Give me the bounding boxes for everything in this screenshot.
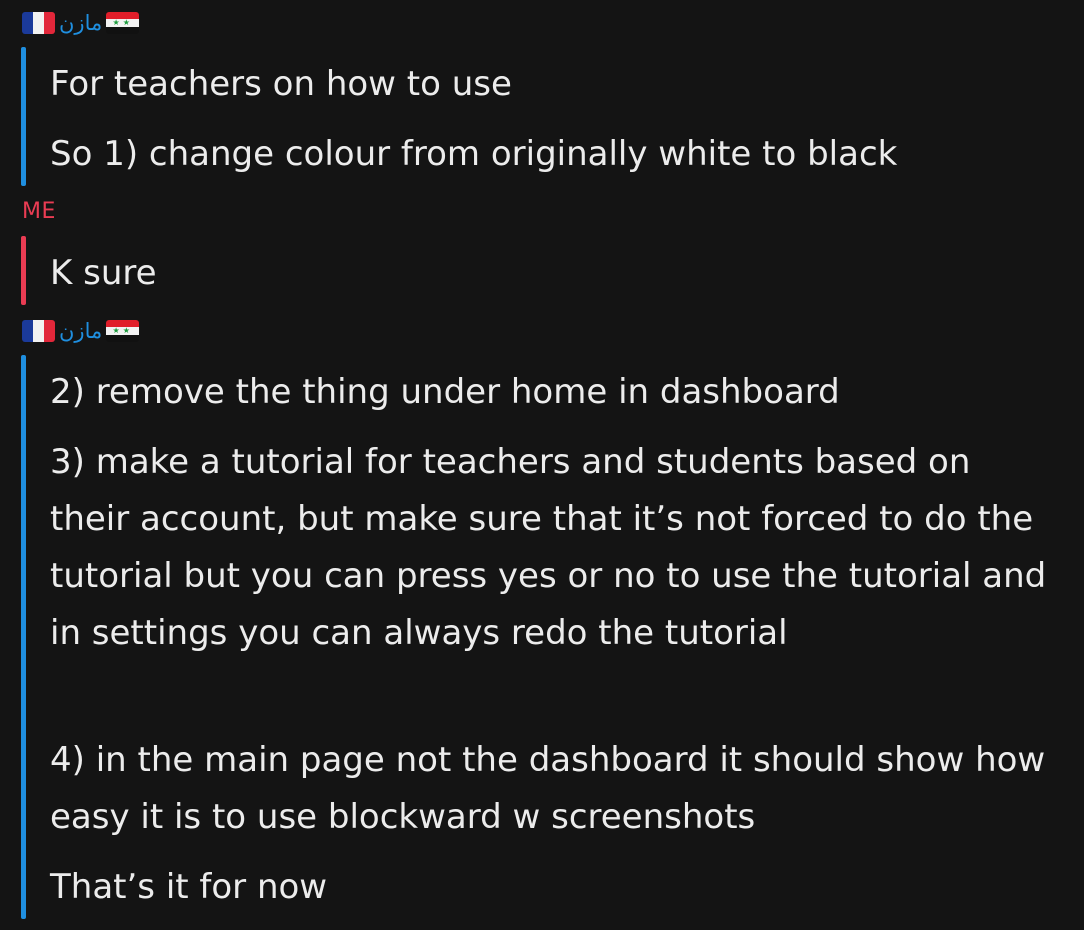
- sender-header: مازن ★★: [22, 9, 140, 37]
- sender-name: مازن: [59, 319, 103, 343]
- message-group-bar: [21, 236, 26, 305]
- sender-name: ME: [22, 199, 56, 224]
- message-text: So 1) change colour from originally whit…: [50, 134, 898, 174]
- message-group-bar: [21, 355, 26, 919]
- message-text: 4) in the main page not the dashboard it…: [50, 740, 1046, 837]
- france-flag-icon: [22, 320, 55, 342]
- message-text: For teachers on how to use: [50, 64, 512, 104]
- message-group-bar: [21, 47, 26, 186]
- syria-flag-icon: ★★: [106, 12, 140, 34]
- sender-header: ME: [22, 198, 56, 226]
- france-flag-icon: [22, 12, 55, 34]
- message-text: That’s it for now: [50, 867, 328, 907]
- message-text: 2) remove the thing under home in dashbo…: [50, 372, 840, 412]
- chat-thread: مازن ★★ For teachers on how to use So 1)…: [0, 0, 1084, 930]
- message-text: K sure: [50, 253, 157, 293]
- syria-flag-icon: ★★: [106, 320, 140, 342]
- sender-name: مازن: [59, 11, 103, 35]
- message-text: 3) make a tutorial for teachers and stud…: [50, 442, 1047, 653]
- sender-header: مازن ★★: [22, 317, 140, 345]
